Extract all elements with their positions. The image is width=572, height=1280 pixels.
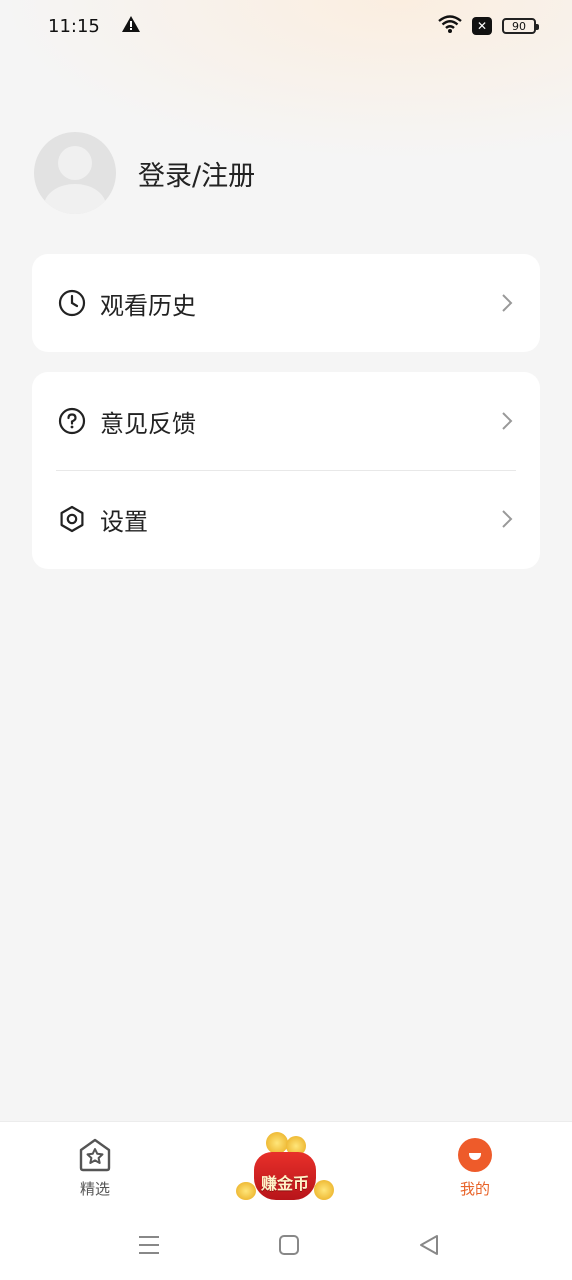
coin-icon <box>266 1132 288 1154</box>
settings-card: 意见反馈 设置 <box>32 372 540 569</box>
gear-icon <box>58 505 86 533</box>
avatar[interactable] <box>34 132 116 214</box>
menu-item-history[interactable]: 观看历史 <box>32 254 540 352</box>
battery-level: 90 <box>512 19 526 33</box>
tab-me[interactable]: 我的 <box>456 1136 494 1199</box>
wifi-icon <box>438 14 462 38</box>
earn-coins-label: 赚金币 <box>260 1174 309 1193</box>
home-square-icon[interactable] <box>276 1232 302 1258</box>
chevron-right-icon <box>500 508 514 530</box>
earn-coins-button[interactable]: 赚金币 <box>236 1130 334 1204</box>
history-card: 观看历史 <box>32 254 540 352</box>
menu-item-label: 设置 <box>100 507 148 536</box>
chevron-right-icon <box>500 292 514 314</box>
menu-item-feedback[interactable]: 意见反馈 <box>32 372 540 470</box>
status-time: 11:15 <box>48 15 100 37</box>
system-nav-bar <box>0 1212 572 1280</box>
menu-icon[interactable] <box>136 1232 162 1258</box>
back-triangle-icon[interactable] <box>416 1232 442 1258</box>
menu-item-settings[interactable]: 设置 <box>32 470 540 568</box>
status-bar: 11:15 ✕ 90 <box>0 0 572 52</box>
battery-icon: 90 <box>502 18 539 34</box>
tab-label: 精选 <box>79 1180 110 1198</box>
profile-face-icon <box>456 1136 494 1174</box>
profile-header[interactable]: 登录/注册 <box>34 132 255 214</box>
menu-item-label: 意见反馈 <box>100 409 196 438</box>
help-circle-icon <box>58 407 86 435</box>
warning-icon <box>121 15 140 37</box>
tab-label: 我的 <box>459 1180 490 1198</box>
home-star-icon <box>76 1136 114 1174</box>
clock-icon <box>58 289 86 317</box>
no-sim-icon: ✕ <box>472 17 492 35</box>
menu-item-label: 观看历史 <box>100 291 196 320</box>
login-register-link[interactable]: 登录/注册 <box>138 154 255 193</box>
tab-featured[interactable]: 精选 <box>76 1136 114 1199</box>
chevron-right-icon <box>500 410 514 432</box>
